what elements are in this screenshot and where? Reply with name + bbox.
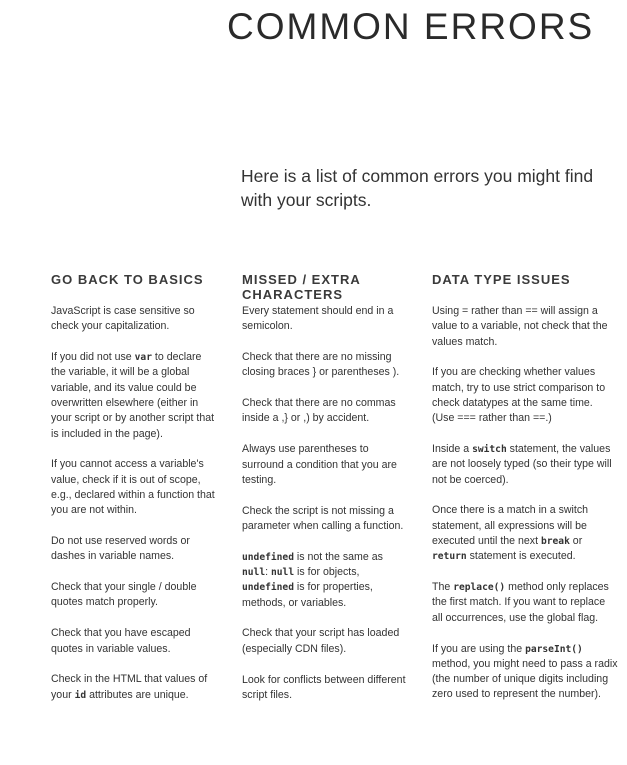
tip-list: Every statement should end in a semicolo… <box>242 304 408 703</box>
tip-item: If you did not use var to declare the va… <box>51 350 219 442</box>
column-data-type-issues: DATA TYPE ISSUES Using = rather than == … <box>432 272 618 718</box>
tip-item: If you cannot access a variable's value,… <box>51 457 219 518</box>
tip-text: statement is executed. <box>466 550 576 563</box>
tip-item: Check that there are no missing closing … <box>242 350 408 381</box>
tip-text: or <box>569 535 583 548</box>
code-keyword: break <box>540 536 570 548</box>
code-keyword: return <box>432 551 467 563</box>
tip-text: is not the same as <box>293 550 383 563</box>
tip-text: If you are checking whether values match… <box>432 366 606 425</box>
tip-text: Every statement should end in a semicolo… <box>242 305 394 333</box>
column-missed-extra-characters: MISSED / EXTRA CHARACTERS Every statemen… <box>242 272 408 719</box>
tip-item: Check that you have escaped quotes in va… <box>51 626 219 657</box>
tip-text: Do not use reserved words or dashes in v… <box>51 535 190 563</box>
tip-item: Check that your script has loaded (espec… <box>242 626 408 657</box>
code-keyword: null <box>271 567 295 579</box>
column-heading: GO BACK TO BASICS <box>51 272 204 287</box>
tip-item: Check that your single / double quotes m… <box>51 580 219 611</box>
tip-item: Using = rather than == will assign a val… <box>432 304 618 350</box>
tip-item: Once there is a match in a switch statem… <box>432 503 618 564</box>
tip-item: Check that there are no commas inside a … <box>242 396 408 427</box>
tip-text: Using = rather than == will assign a val… <box>432 305 608 348</box>
tip-item: JavaScript is case sensitive so check yo… <box>51 304 219 335</box>
tip-item: Always use parentheses to surround a con… <box>242 442 408 488</box>
code-keyword: undefined <box>242 551 294 563</box>
tip-text: If you are using the <box>432 642 526 655</box>
tip-item: Check the script is not missing a parame… <box>242 504 408 535</box>
tip-item: Check in the HTML that values of your id… <box>51 672 219 703</box>
tip-text: JavaScript is case sensitive so check yo… <box>51 305 195 333</box>
code-keyword: switch <box>472 444 507 456</box>
column-heading: DATA TYPE ISSUES <box>432 272 571 287</box>
code-keyword: var <box>134 352 152 364</box>
tip-text: Always use parentheses to surround a con… <box>242 443 397 486</box>
tip-text: Check the script is not missing a parame… <box>242 504 404 532</box>
tip-text: Check that you have escaped quotes in va… <box>51 627 191 655</box>
tip-text: Look for conflicts between different scr… <box>242 673 406 701</box>
tip-list: JavaScript is case sensitive so check yo… <box>51 304 219 703</box>
intro-text: Here is a list of common errors you migh… <box>241 166 594 210</box>
tip-list: Using = rather than == will assign a val… <box>432 304 618 703</box>
tip-text: Check that there are no commas inside a … <box>242 397 396 425</box>
column-heading: MISSED / EXTRA CHARACTERS <box>242 272 361 302</box>
tip-item: undefined is not the same as null: null … <box>242 550 408 611</box>
page-title: COMMON ERRORS <box>227 6 595 47</box>
tip-text: attributes are unique. <box>86 688 189 701</box>
tip-text: Inside a <box>432 443 473 456</box>
tip-item: Do not use reserved words or dashes in v… <box>51 534 219 565</box>
tip-item: The replace() method only replaces the f… <box>432 580 618 626</box>
tip-item: Look for conflicts between different scr… <box>242 673 408 704</box>
tip-text: Check that there are no missing closing … <box>242 351 400 379</box>
tip-item: If you are checking whether values match… <box>432 365 618 426</box>
code-keyword: replace() <box>453 582 506 594</box>
tip-text: to declare the variable, it will be a gl… <box>51 351 215 440</box>
tip-text: If you cannot access a variable's value,… <box>51 458 215 517</box>
tip-text: method, you might need to pass a radix (… <box>432 657 618 701</box>
column-go-back-to-basics: GO BACK TO BASICS JavaScript is case sen… <box>51 272 219 718</box>
tip-item: Inside a switch statement, the values ar… <box>432 442 618 488</box>
tip-text: If you did not use <box>51 351 135 364</box>
tip-text: The <box>432 581 454 594</box>
code-keyword: null <box>242 567 266 579</box>
code-keyword: undefined <box>242 582 294 594</box>
tip-text: is for objects, <box>294 566 360 579</box>
code-keyword: id <box>74 689 87 701</box>
tip-item: Every statement should end in a semicolo… <box>242 304 408 335</box>
tip-item: If you are using the parseInt() method, … <box>432 642 618 703</box>
tip-text: Check that your script has loaded (espec… <box>242 627 400 655</box>
tip-text: Check that your single / double quotes m… <box>51 581 197 609</box>
code-keyword: parseInt() <box>525 643 583 655</box>
